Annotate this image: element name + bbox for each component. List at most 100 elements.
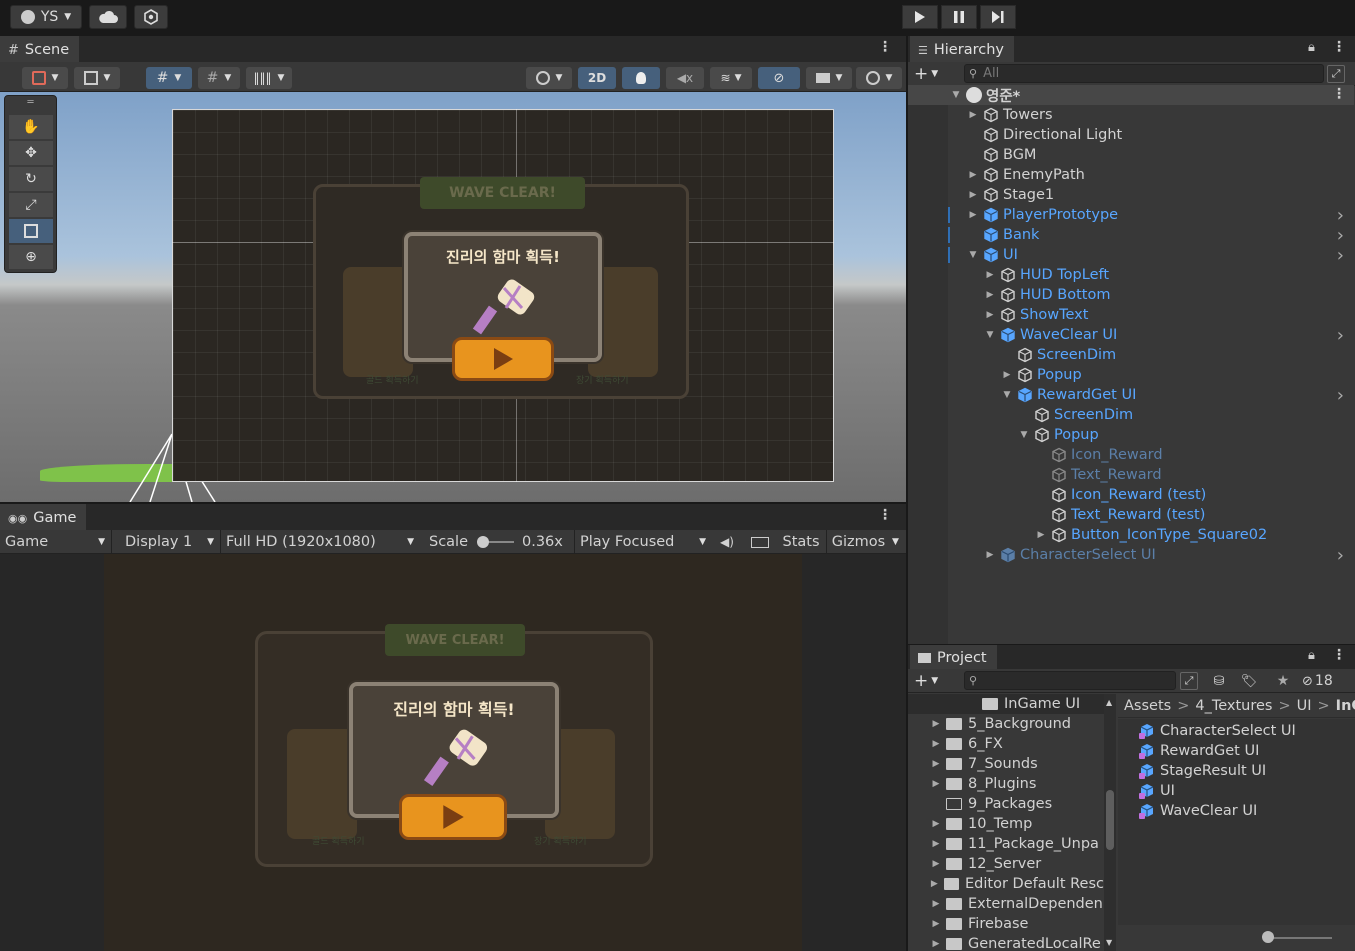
open-prefab-chevron-icon[interactable]: › xyxy=(1337,385,1344,406)
play-reward-button[interactable] xyxy=(452,337,554,381)
hierarchy-item[interactable]: Directional Light xyxy=(908,125,1354,145)
expand-closed-icon[interactable]: ▶ xyxy=(930,819,942,829)
orientation-dropdown[interactable]: ▼ xyxy=(526,67,572,89)
open-prefab-chevron-icon[interactable]: › xyxy=(1337,205,1344,226)
pause-button[interactable] xyxy=(941,5,977,29)
folder-tree-item[interactable]: ▶ 8_Plugins xyxy=(908,774,1104,794)
cloud-button[interactable] xyxy=(89,5,127,29)
scene-row[interactable]: ▼ 영준* ⋮ xyxy=(908,85,1354,105)
expand-closed-icon[interactable]: ▶ xyxy=(984,310,996,320)
hierarchy-item[interactable]: ▶ Towers xyxy=(908,105,1354,125)
expand-open-icon[interactable]: ▼ xyxy=(1001,390,1013,400)
folder-tree-item[interactable]: ▶ 12_Server xyxy=(908,854,1104,874)
icon-size-slider[interactable] xyxy=(1266,937,1332,939)
audio-toggle[interactable]: ◀x xyxy=(666,67,704,89)
tab-hierarchy[interactable]: ☰ Hierarchy xyxy=(910,36,1014,62)
expand-closed-icon[interactable]: ▶ xyxy=(967,110,979,120)
hierarchy-item[interactable]: Text_Reward xyxy=(908,465,1354,485)
filter-type-icon[interactable]: ⛁ xyxy=(1206,670,1232,692)
folder-tree-item[interactable]: ▶ 10_Temp xyxy=(908,814,1104,834)
display-dropdown[interactable]: Display 1 ▼ xyxy=(120,530,218,554)
rect-tool[interactable] xyxy=(9,219,53,243)
hidden-packages-toggle[interactable]: ⊘ 18 xyxy=(1302,670,1352,692)
game-menu-icon[interactable]: ⋮ xyxy=(878,507,892,523)
breadcrumb-ui[interactable]: UI xyxy=(1297,698,1312,714)
label-tag-icon[interactable]: 🏷︎ xyxy=(1236,670,1262,692)
hierarchy-item[interactable]: Bank › xyxy=(908,225,1354,246)
stats-button[interactable]: Stats xyxy=(778,530,824,554)
expand-closed-icon[interactable]: ▶ xyxy=(984,550,996,560)
draw-mode-dropdown[interactable]: ▼ xyxy=(22,67,68,89)
play-mode-dropdown[interactable]: Play Focused ▼ xyxy=(574,530,710,554)
ruler-dropdown[interactable]: ‖‖‖ ▼ xyxy=(246,67,292,89)
move-tool[interactable]: ✥ xyxy=(9,141,53,165)
game-play-reward-button[interactable] xyxy=(399,794,507,840)
scene-viewport[interactable]: WAVE CLEAR! 골드 획득하기 장기 획득하기 진리의 함마 획득! ═… xyxy=(0,92,906,502)
expand-closed-icon[interactable]: ▶ xyxy=(930,899,942,909)
search-options-icon[interactable]: ⤢ xyxy=(1327,65,1345,83)
lighting-toggle[interactable] xyxy=(622,67,660,89)
grid-snap-dropdown[interactable]: # ▼ xyxy=(146,67,192,89)
folder-tree-item[interactable]: 9_Packages xyxy=(908,794,1104,814)
asset-item[interactable]: WaveClear UI xyxy=(1138,801,1257,821)
folder-tree-item[interactable]: ▶ ExternalDependen xyxy=(908,894,1104,914)
expand-closed-icon[interactable]: ▶ xyxy=(930,779,942,789)
icon-size-thumb[interactable] xyxy=(1262,931,1274,943)
expand-closed-icon[interactable]: ▶ xyxy=(929,879,940,889)
scroll-down-icon[interactable]: ▼ xyxy=(1106,938,1112,947)
hierarchy-item[interactable]: ▼ RewardGet UI › xyxy=(908,385,1354,406)
expand-closed-icon[interactable]: ▶ xyxy=(930,719,942,729)
folder-tree-item[interactable]: ▶ 6_FX xyxy=(908,734,1104,754)
view-select-dropdown[interactable]: Game ▼ xyxy=(0,530,112,554)
transform-tool[interactable]: ⊕ xyxy=(9,245,53,269)
expand-open-icon[interactable]: ▼ xyxy=(1018,430,1030,440)
expand-open-icon[interactable]: ▼ xyxy=(984,330,996,340)
play-button[interactable] xyxy=(902,5,938,29)
breadcrumb-textures[interactable]: 4_Textures xyxy=(1195,698,1272,714)
hierarchy-item[interactable]: ▶ HUD Bottom xyxy=(908,285,1354,305)
2d-toggle[interactable]: 2D xyxy=(578,67,616,89)
expand-closed-icon[interactable]: ▶ xyxy=(967,170,979,180)
project-search-options-icon[interactable]: ⤢ xyxy=(1180,672,1198,690)
game-viewport[interactable]: WAVE CLEAR! 골드 획득하기 장기 획득하기 진리의 함마 획득! xyxy=(0,554,906,951)
project-search-input[interactable]: ⚲ xyxy=(964,671,1176,690)
asset-item[interactable]: UI xyxy=(1138,781,1175,801)
hierarchy-item[interactable]: ▶ Stage1 xyxy=(908,185,1354,205)
asset-item[interactable]: CharacterSelect UI xyxy=(1138,721,1296,741)
gizmos-caret[interactable]: ▼ xyxy=(892,530,906,554)
expand-closed-icon[interactable]: ▶ xyxy=(930,859,942,869)
hierarchy-item[interactable]: ▶ PlayerPrototype › xyxy=(908,205,1354,226)
scene-row-menu-icon[interactable]: ⋮ xyxy=(1332,86,1346,102)
shortcuts-toggle[interactable] xyxy=(744,530,776,554)
mute-audio-toggle[interactable]: ◀) xyxy=(712,530,742,554)
gizmos-button[interactable]: Gizmos xyxy=(826,530,890,554)
hierarchy-item[interactable]: ▶ Popup xyxy=(908,365,1354,385)
scene-menu-icon[interactable]: ⋮ xyxy=(878,39,892,55)
folder-tree-item[interactable]: ▶ 11_Package_Unpa xyxy=(908,834,1104,854)
folder-tree-item[interactable]: ▶ GeneratedLocalRe xyxy=(908,934,1104,951)
rotate-tool[interactable]: ↻ xyxy=(9,167,53,191)
increment-snap-dropdown[interactable]: # ▼ xyxy=(198,67,240,89)
folder-tree-item[interactable]: ▶ Firebase xyxy=(908,914,1104,934)
expand-closed-icon[interactable]: ▶ xyxy=(930,759,942,769)
folder-tree-item[interactable]: ▶ 5_Background xyxy=(908,714,1104,734)
open-prefab-chevron-icon[interactable]: › xyxy=(1337,225,1344,246)
expand-closed-icon[interactable]: ▶ xyxy=(984,270,996,280)
lock-icon[interactable]: 🔒︎ xyxy=(1308,40,1315,55)
breadcrumb-ingame[interactable]: InC xyxy=(1336,698,1355,714)
drag-handle-icon[interactable]: ═ xyxy=(5,96,56,108)
asset-item[interactable]: RewardGet UI xyxy=(1138,741,1259,761)
hierarchy-item[interactable]: Text_Reward (test) xyxy=(908,505,1354,525)
asset-item[interactable]: StageResult UI xyxy=(1138,761,1266,781)
scale-tool[interactable]: ⤢ xyxy=(9,193,53,217)
tab-scene[interactable]: # Scene xyxy=(0,36,80,62)
folder-tree-item[interactable]: ▶ Editor Default Resc xyxy=(908,874,1104,894)
camera-dropdown[interactable]: ▼ xyxy=(806,67,852,89)
breadcrumb-assets[interactable]: Assets xyxy=(1124,698,1171,714)
create-dropdown[interactable]: + ▼ xyxy=(914,63,948,85)
hierarchy-item[interactable]: ScreenDim xyxy=(908,405,1354,425)
favorite-star-icon[interactable]: ★ xyxy=(1270,670,1296,692)
hierarchy-item[interactable]: ▶ CharacterSelect UI › xyxy=(908,545,1354,566)
hierarchy-item[interactable]: ▶ Button_IconType_Square02 xyxy=(908,525,1354,545)
hierarchy-item[interactable]: ▼ UI › xyxy=(908,245,1354,266)
